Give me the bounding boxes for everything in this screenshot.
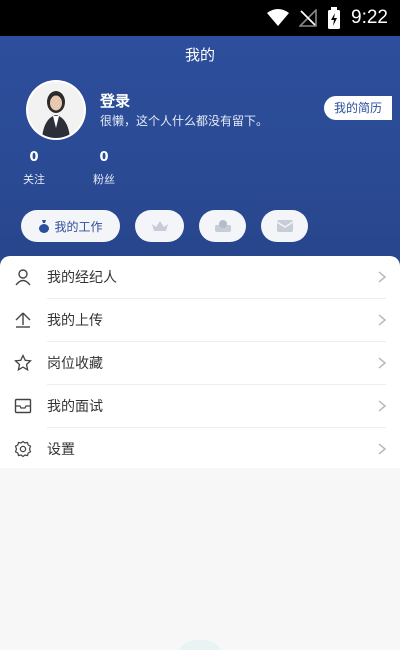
my-work-button[interactable]: 我的工作 [21,210,120,242]
menu-item-label: 我的经纪人 [47,270,117,286]
chevron-right-icon [378,314,386,326]
wifi-icon [267,9,290,26]
chevron-right-icon [378,400,386,412]
login-link[interactable]: 登录 [100,90,130,111]
money-tray-button[interactable] [199,210,246,242]
envelope-icon [276,220,293,232]
menu-item-label: 我的上传 [47,313,103,329]
star-icon [14,354,32,372]
chevron-right-icon [378,271,386,283]
inbox-icon [14,398,32,414]
money-bag-icon [39,220,50,233]
status-bar: 9:22 [0,0,400,36]
following-label: 关注 [23,173,45,186]
my-resume-button[interactable]: 我的简历 [323,96,392,120]
fans-count: 0 [99,150,109,165]
chevron-right-icon [378,443,386,455]
profile-header: 我的 登录 很懒，这个人什么都没有留下。 我的简历 0 关注 0 粉丝 我的工作 [0,36,400,266]
person-icon [15,269,31,286]
following-count: 0 [29,150,39,165]
menu-item-label: 设置 [47,442,75,458]
my-work-label: 我的工作 [54,219,103,234]
no-signal-icon [299,9,317,27]
upload-icon [15,312,31,328]
fans-stat[interactable]: 0 粉丝 [84,150,124,187]
battery-charging-icon [328,7,341,29]
menu-item-my-interviews[interactable]: 我的面试 [0,385,400,427]
profile-bio: 很懒，这个人什么都没有留下。 [100,114,269,128]
menu-item-my-agent[interactable]: 我的经纪人 [0,256,400,298]
avatar[interactable] [26,80,86,140]
chevron-right-icon [378,357,386,369]
following-stat[interactable]: 0 关注 [14,150,54,187]
crown-icon [151,221,168,231]
message-box-button[interactable] [261,210,308,242]
page-title: 我的 [184,46,215,64]
clock: 9:22 [351,7,388,28]
menu-list: 我的经纪人 我的上传 岗位收藏 我的面试 设置 [0,256,400,468]
menu-item-job-favorites[interactable]: 岗位收藏 [0,342,400,384]
crown-basket-button[interactable] [135,210,184,242]
avatar-image [28,82,84,138]
bottom-tab-hint[interactable] [176,640,224,650]
money-tray-icon [214,220,231,232]
fans-label: 粉丝 [93,173,115,186]
menu-item-label: 岗位收藏 [47,356,103,372]
menu-item-label: 我的面试 [47,399,103,415]
menu-item-settings[interactable]: 设置 [0,428,400,470]
gear-icon [14,440,32,458]
menu-item-my-uploads[interactable]: 我的上传 [0,299,400,341]
